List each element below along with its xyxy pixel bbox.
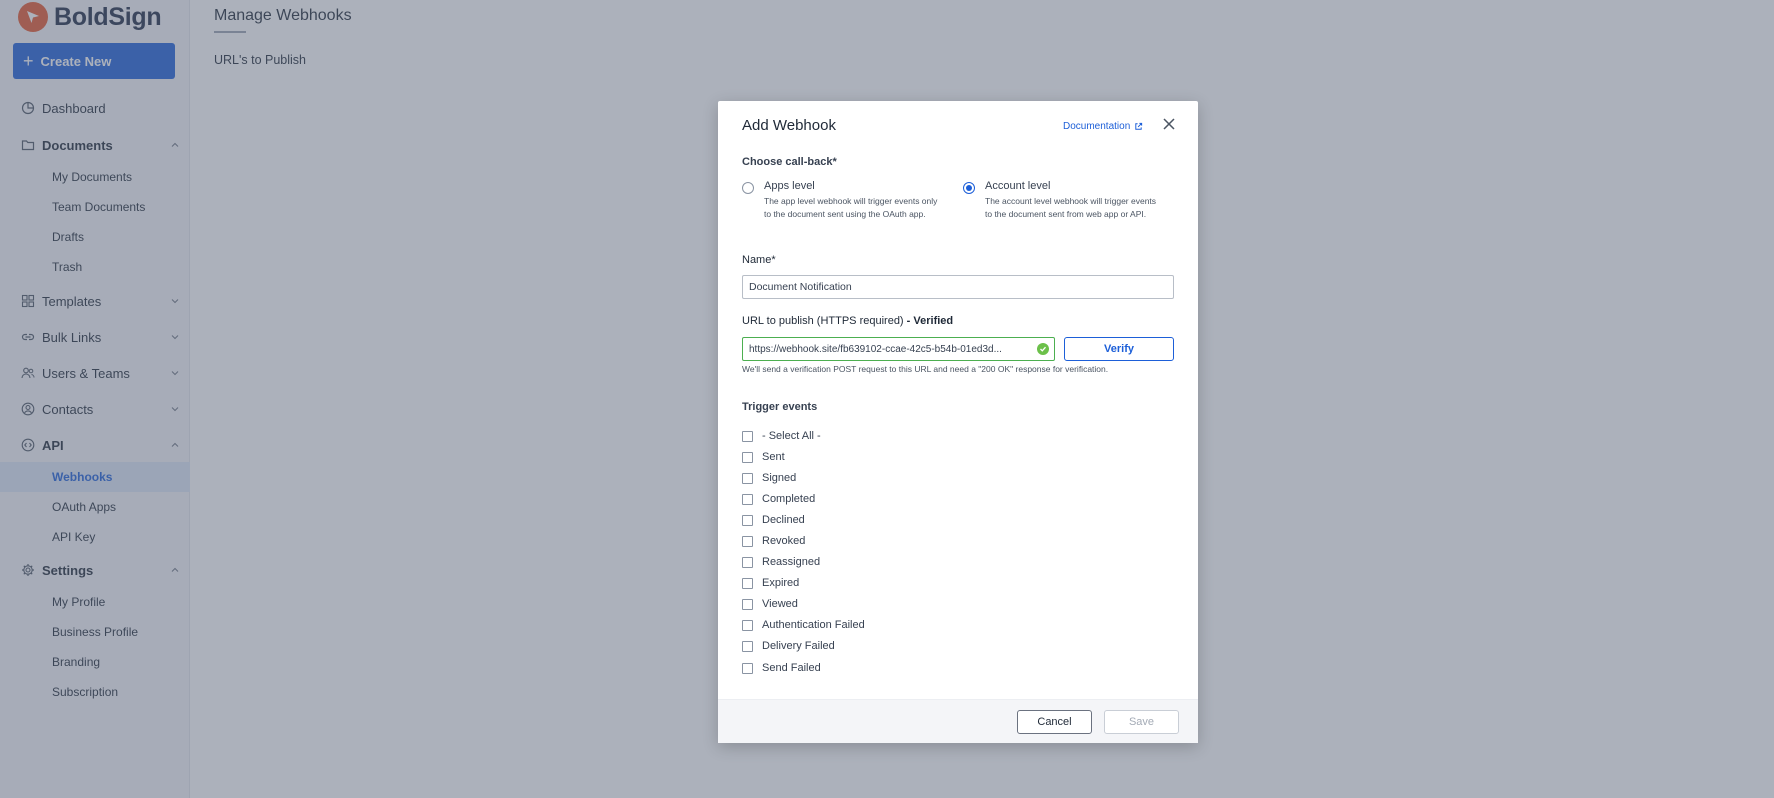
close-button[interactable]	[1161, 116, 1177, 132]
trigger-events-label: Trigger events	[742, 401, 818, 413]
account-level-title: Account level	[985, 180, 1051, 192]
event-label: Delivery Failed	[762, 640, 835, 652]
verify-button[interactable]: Verify	[1064, 337, 1174, 361]
add-webhook-dialog: Add Webhook Documentation Choose call-ba…	[718, 101, 1198, 743]
event-expired[interactable]: Expired	[742, 576, 799, 590]
event-label: Sent	[762, 451, 785, 463]
event-label: Expired	[762, 577, 800, 589]
url-verified-status: - Verified	[903, 315, 954, 327]
event-sent[interactable]: Sent	[742, 450, 785, 464]
event-viewed[interactable]: Viewed	[742, 597, 798, 611]
event-label: Completed	[762, 493, 816, 505]
event-declined[interactable]: Declined	[742, 513, 805, 527]
name-label: Name*	[742, 254, 776, 266]
save-button[interactable]: Save	[1104, 710, 1179, 734]
name-input[interactable]: Document Notification	[742, 275, 1174, 299]
account-level-radio[interactable]	[963, 182, 975, 194]
dialog-footer: Cancel Save	[718, 699, 1198, 743]
event-label: Authentication Failed	[762, 619, 865, 631]
checkbox[interactable]	[742, 472, 753, 484]
event-label: Signed	[762, 472, 797, 484]
checkbox[interactable]	[742, 619, 753, 631]
checkbox[interactable]	[742, 640, 753, 652]
checkbox[interactable]	[742, 514, 753, 526]
event-select-all[interactable]: - Select All -	[742, 429, 821, 443]
checkbox[interactable]	[742, 662, 753, 674]
cancel-button[interactable]: Cancel	[1017, 710, 1092, 734]
event-delivery-failed[interactable]: Delivery Failed	[742, 639, 835, 653]
checkbox[interactable]	[742, 577, 753, 589]
url-input-value: https://webhook.site/fb639102-ccae-42c5-…	[749, 343, 1002, 355]
event-label: Revoked	[762, 535, 806, 547]
url-label-text: URL to publish (HTTPS required)	[742, 315, 904, 327]
event-label: Viewed	[762, 598, 798, 610]
checkbox[interactable]	[742, 598, 753, 610]
url-hint: We'll send a verification POST request t…	[742, 364, 1109, 374]
verified-check-icon	[1037, 343, 1049, 355]
close-icon	[1163, 118, 1175, 130]
event-label: Reassigned	[762, 556, 821, 568]
event-signed[interactable]: Signed	[742, 471, 796, 485]
documentation-link[interactable]: Documentation	[1063, 121, 1143, 132]
url-input[interactable]: https://webhook.site/fb639102-ccae-42c5-…	[742, 337, 1055, 361]
url-label: URL to publish (HTTPS required) - Verifi…	[742, 315, 953, 327]
event-revoked[interactable]: Revoked	[742, 534, 805, 548]
dialog-title: Add Webhook	[742, 117, 836, 134]
name-input-value: Document Notification	[749, 281, 852, 293]
event-authentication-failed[interactable]: Authentication Failed	[742, 618, 865, 632]
event-completed[interactable]: Completed	[742, 492, 815, 506]
event-label: Declined	[762, 514, 805, 526]
checkbox[interactable]	[742, 493, 753, 505]
checkbox[interactable]	[742, 535, 753, 547]
external-link-icon	[1135, 122, 1143, 130]
event-send-failed[interactable]: Send Failed	[742, 661, 821, 675]
event-reassigned[interactable]: Reassigned	[742, 555, 820, 569]
apps-level-desc: The app level webhook will trigger event…	[764, 196, 938, 219]
checkbox[interactable]	[742, 430, 753, 442]
documentation-label: Documentation	[1063, 121, 1131, 132]
checkbox[interactable]	[742, 451, 753, 463]
event-label: - Select All -	[762, 430, 821, 442]
apps-level-title: Apps level	[764, 180, 815, 192]
checkbox[interactable]	[742, 556, 753, 568]
event-label: Send Failed	[762, 662, 821, 674]
callback-label: Choose call-back*	[742, 156, 837, 168]
apps-level-radio[interactable]	[742, 182, 754, 194]
account-level-desc: The account level webhook will trigger e…	[985, 196, 1157, 219]
